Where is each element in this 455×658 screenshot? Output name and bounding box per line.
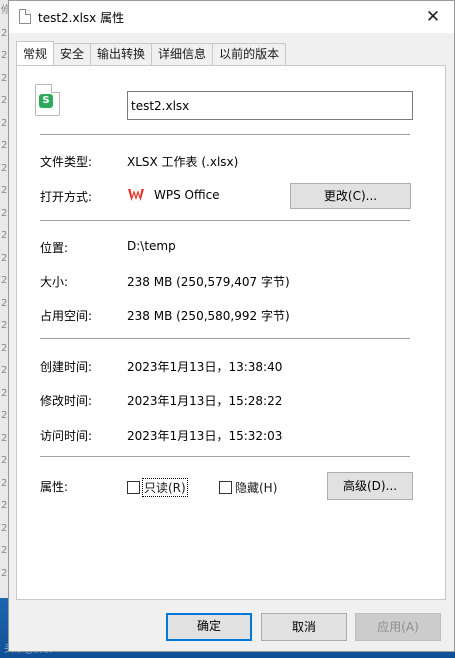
created-value: 2023年1月13日，13:38:40	[127, 360, 283, 374]
wps-spreadsheet-badge-icon: S	[39, 94, 53, 108]
advanced-button[interactable]: 高级(D)...	[327, 472, 413, 500]
tab-details[interactable]: 详细信息	[151, 43, 214, 65]
created-label: 创建时间:	[40, 360, 93, 374]
modified-label: 修改时间:	[40, 394, 93, 408]
divider	[40, 220, 410, 221]
accessed-label: 访问时间:	[40, 429, 93, 443]
readonly-checkbox-label: 只读(R)	[142, 478, 188, 497]
tab-output-conversion[interactable]: 输出转换	[90, 43, 153, 65]
close-button[interactable]: ✕	[412, 1, 454, 33]
size-value: 238 MB (250,579,407 字节)	[127, 275, 290, 289]
open-with-value: WPS Office	[154, 188, 220, 202]
disk-size-label: 占用空间:	[40, 309, 93, 323]
file-type-label: 文件类型:	[40, 155, 93, 169]
apply-button[interactable]: 应用(A)	[355, 613, 441, 641]
file-name-input[interactable]	[127, 91, 413, 120]
attributes-label: 属性:	[40, 480, 69, 494]
location-value: D:\temp	[127, 239, 176, 253]
tab-security[interactable]: 安全	[53, 43, 92, 65]
wps-logo-icon	[128, 189, 144, 201]
tab-previous-versions[interactable]: 以前的版本	[212, 43, 287, 65]
title-bar[interactable]: test2.xlsx 属性 ✕	[9, 1, 454, 33]
divider	[40, 134, 410, 135]
location-label: 位置:	[40, 241, 69, 255]
checkbox-box-icon	[127, 481, 140, 494]
change-button[interactable]: 更改(C)...	[290, 183, 411, 209]
divider	[40, 338, 410, 339]
open-with-label: 打开方式:	[40, 190, 93, 204]
cancel-button[interactable]: 取消	[261, 613, 347, 641]
modified-value: 2023年1月13日，15:28:22	[127, 394, 283, 408]
checkbox-box-icon	[219, 481, 232, 494]
file-type-value: XLSX 工作表 (.xlsx)	[127, 155, 239, 169]
ok-button[interactable]: 确定	[166, 613, 252, 641]
xlsx-file-icon: S	[35, 84, 60, 116]
file-icon	[19, 9, 31, 24]
disk-size-value: 238 MB (250,580,992 字节)	[127, 309, 290, 323]
hidden-checkbox-label: 隐藏(H)	[235, 481, 278, 495]
accessed-value: 2023年1月13日，15:32:03	[127, 429, 283, 443]
properties-dialog: test2.xlsx 属性 ✕ 常规 安全 输出转换 详细信息 以前的版本 S …	[8, 0, 455, 652]
hidden-checkbox[interactable]: 隐藏(H)	[219, 479, 277, 496]
readonly-checkbox[interactable]: 只读(R)	[127, 478, 188, 497]
size-label: 大小:	[40, 275, 69, 289]
close-icon: ✕	[425, 7, 441, 27]
general-panel: S 文件类型: XLSX 工作表 (.xlsx) 打开方式: WPS Offic…	[16, 65, 446, 600]
tab-strip: 常规 安全 输出转换 详细信息 以前的版本	[16, 41, 287, 65]
window-title: test2.xlsx 属性	[38, 11, 125, 25]
divider	[40, 456, 410, 457]
tab-general[interactable]: 常规	[16, 41, 55, 65]
